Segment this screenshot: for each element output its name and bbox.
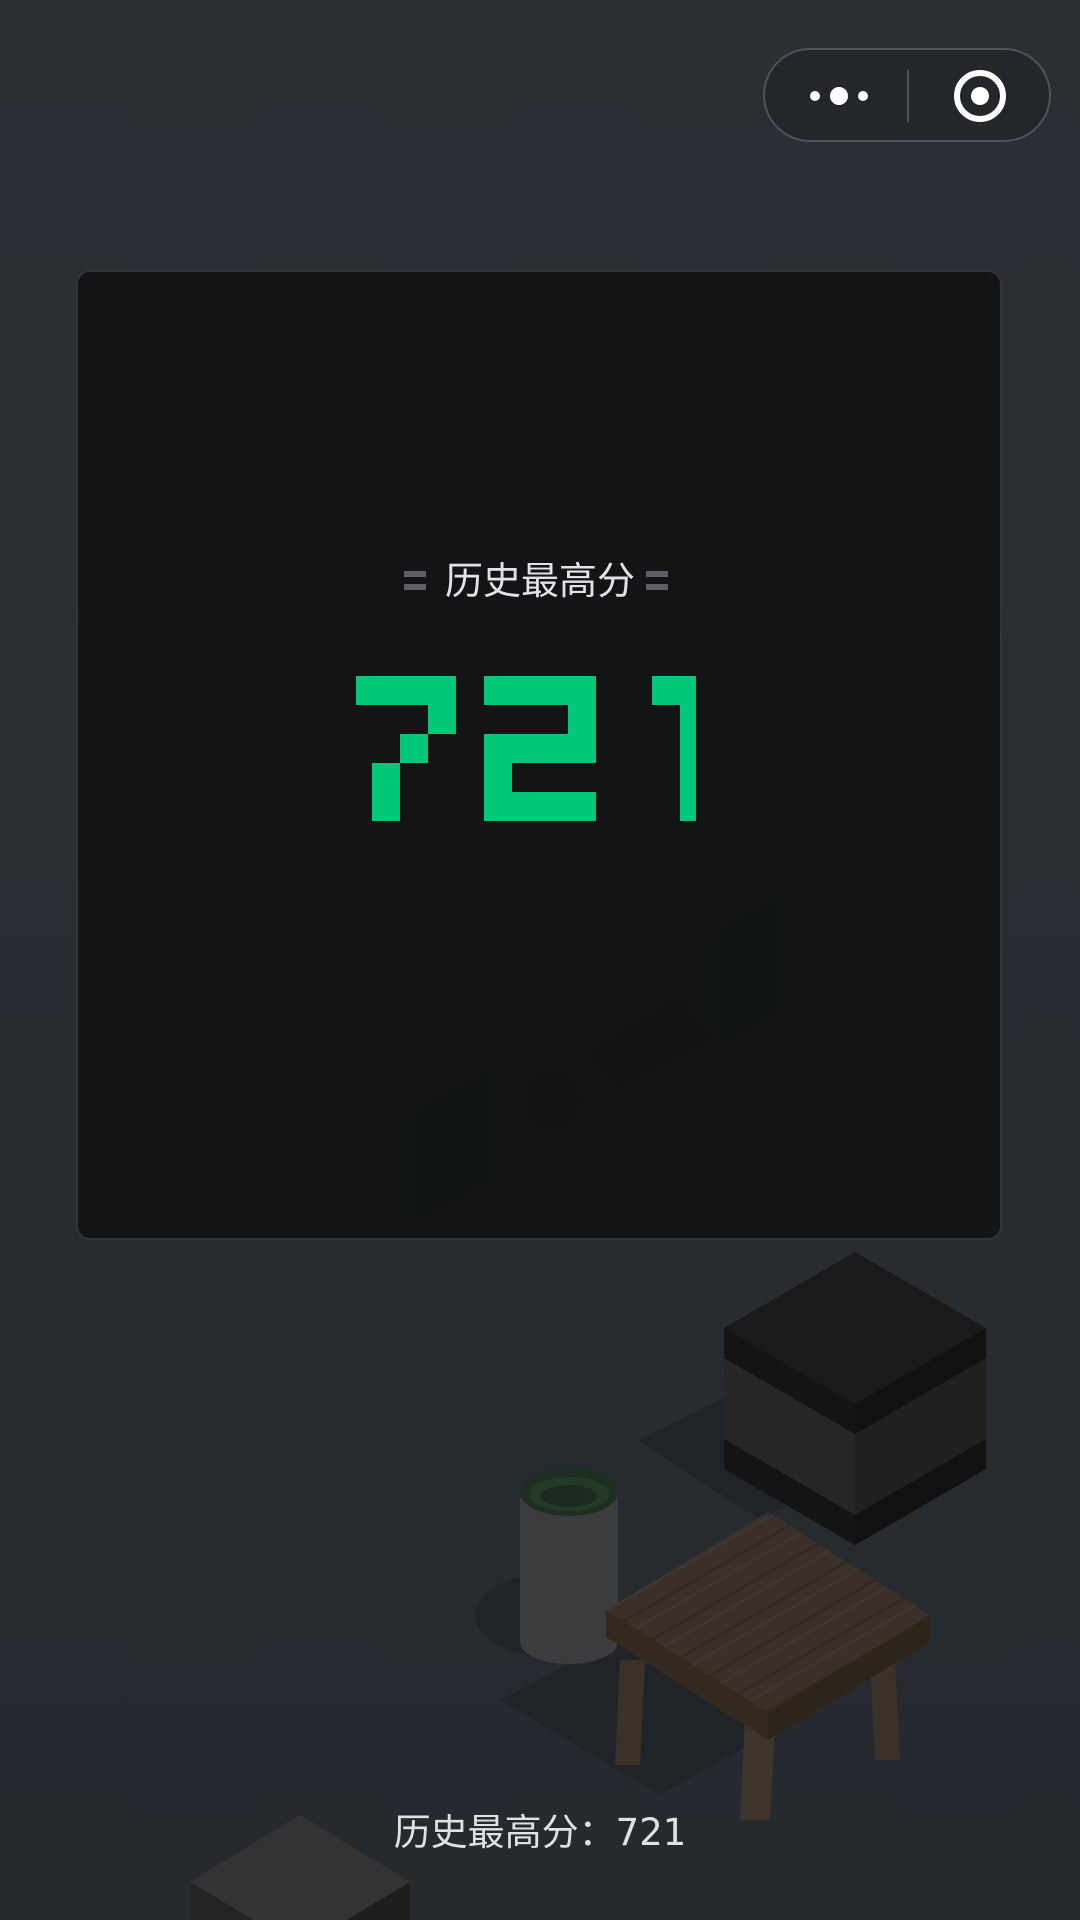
target-close-icon [954,70,1006,122]
score-digit [652,676,696,821]
cylinder-block [520,1468,618,1664]
capsule-divider [907,70,909,122]
more-dots-icon [810,87,868,105]
mini-program-capsule [763,48,1051,142]
footer-best-score: 历史最高分：721 [393,1811,687,1854]
panel-title: 历史最高分 [444,559,635,603]
score-digit [484,676,596,821]
more-button[interactable] [801,72,881,120]
title-right-bars-icon [646,571,668,590]
score-digit [356,676,456,821]
close-button[interactable] [935,68,1025,124]
high-score-value [356,676,696,821]
